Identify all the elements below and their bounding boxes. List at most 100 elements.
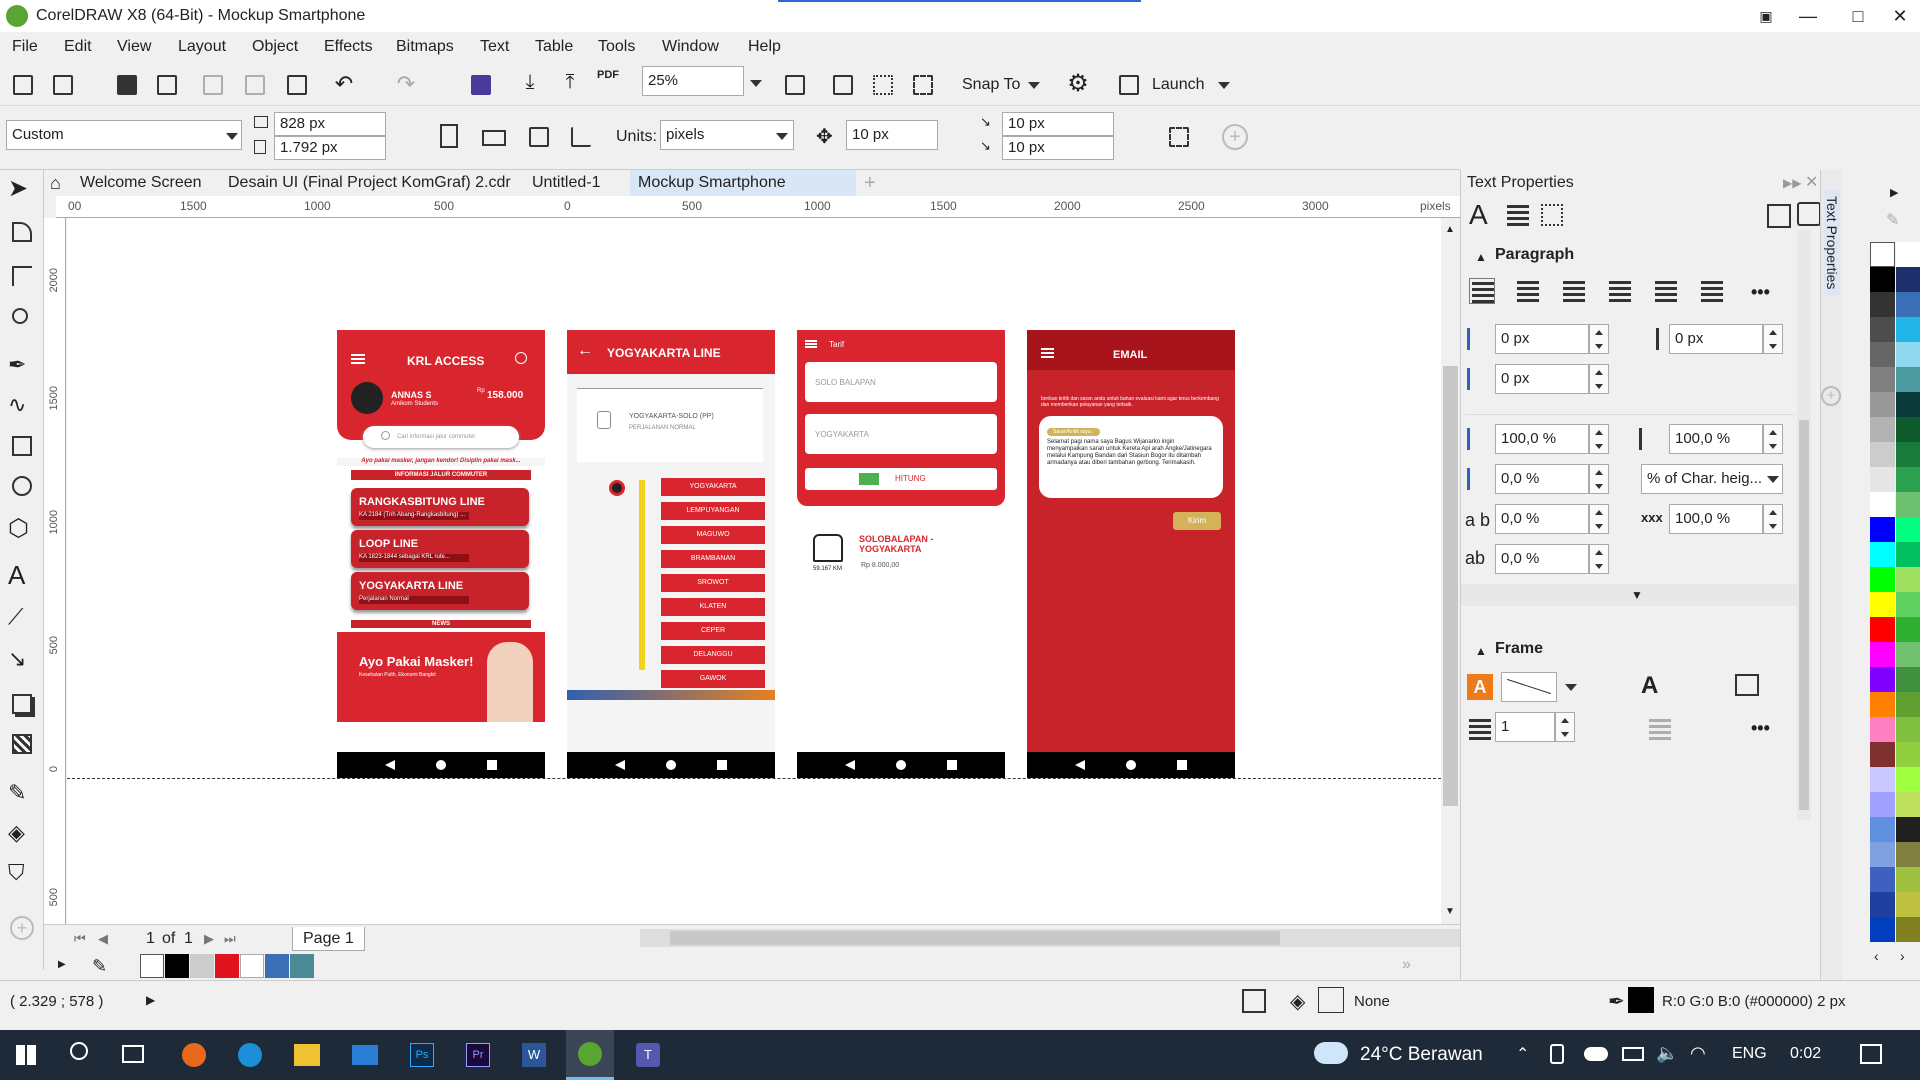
import-text-icon[interactable]	[1767, 204, 1791, 228]
color-swatch[interactable]	[1896, 417, 1920, 442]
zoom-tool-icon[interactable]	[8, 304, 36, 332]
weather-icon[interactable]	[1314, 1042, 1348, 1064]
duplicate-x-field[interactable]: 10 px	[1002, 112, 1114, 136]
eyedropper-icon[interactable]: ✎	[8, 780, 36, 808]
color-swatch[interactable]	[1896, 742, 1920, 767]
nav-recents-icon[interactable]	[717, 760, 727, 770]
launch-dropdown-icon[interactable]	[1218, 82, 1230, 89]
menu-bitmaps[interactable]: Bitmaps	[396, 38, 454, 56]
justify-icon[interactable]	[1653, 278, 1679, 304]
language-indicator[interactable]: ENG	[1732, 1045, 1767, 1063]
color-swatch[interactable]	[1870, 592, 1895, 617]
color-swatch[interactable]	[1870, 492, 1895, 517]
spinner[interactable]	[1589, 464, 1609, 494]
photoshop-icon[interactable]: Ps	[410, 1043, 434, 1067]
options-gear-icon[interactable]: ⚙	[1064, 70, 1092, 98]
color-swatch[interactable]	[1896, 342, 1920, 367]
color-swatch[interactable]	[1870, 692, 1895, 717]
frame-icon[interactable]	[1541, 204, 1563, 226]
menu-help[interactable]: Help	[748, 38, 781, 56]
home-icon[interactable]: ⌂	[50, 173, 61, 194]
menu-table[interactable]: Table	[535, 38, 573, 56]
coreldraw-taskbar-button[interactable]	[566, 1030, 614, 1080]
line-spacing-field[interactable]: 100,0 %	[1495, 424, 1589, 454]
docker-options-icon[interactable]	[1797, 202, 1821, 226]
menu-tools[interactable]: Tools	[598, 38, 635, 56]
phone-link-icon[interactable]	[1550, 1044, 1564, 1064]
hamburger-icon[interactable]	[1041, 348, 1054, 350]
paste-icon[interactable]	[282, 70, 310, 98]
task-view-icon[interactable]	[122, 1045, 144, 1063]
spinner[interactable]	[1763, 424, 1783, 454]
color-swatch[interactable]	[1896, 567, 1920, 592]
zoom-level-field[interactable]: 25%	[642, 66, 744, 96]
search-icon[interactable]	[70, 1042, 88, 1060]
nav-back-icon[interactable]	[845, 760, 855, 770]
color-swatch[interactable]	[1870, 442, 1895, 467]
force-justify-icon[interactable]	[1699, 278, 1725, 304]
tab-welcome-screen[interactable]: Welcome Screen	[80, 174, 202, 192]
color-swatch[interactable]	[1870, 867, 1895, 892]
first-page-icon[interactable]: ⏮	[74, 931, 86, 947]
edge-icon[interactable]	[238, 1043, 262, 1067]
no-color-swatch[interactable]	[140, 954, 164, 978]
menu-edit[interactable]: Edit	[64, 38, 92, 56]
tab-desain-ui[interactable]: Desain UI (Final Project KomGraf) 2.cdr	[228, 174, 511, 192]
add-icon[interactable]: +	[1222, 124, 1248, 150]
freehand-tool-icon[interactable]: ✒	[8, 352, 36, 380]
nav-home-icon[interactable]	[436, 760, 446, 770]
open-folder-icon[interactable]	[48, 70, 76, 98]
nav-recents-icon[interactable]	[487, 760, 497, 770]
color-swatch[interactable]	[1896, 642, 1920, 667]
menu-text[interactable]: Text	[480, 38, 509, 56]
color-swatch[interactable]	[1870, 917, 1895, 942]
snap-to-button[interactable]: Snap To	[962, 76, 1020, 94]
outline-swatch[interactable]	[1628, 987, 1654, 1013]
nav-home-icon[interactable]	[896, 760, 906, 770]
back-arrow-icon[interactable]: ←	[577, 342, 593, 360]
color-swatch[interactable]	[1896, 892, 1920, 917]
color-swatch[interactable]	[1870, 742, 1895, 767]
docker-close-icon[interactable]: ✕	[1805, 172, 1818, 192]
color-swatch[interactable]	[1896, 842, 1920, 867]
message-body[interactable]: Selamat pagi nama saya Bagus Wijanarko i…	[1047, 439, 1215, 467]
minimize-button[interactable]: —	[1788, 2, 1828, 30]
spinner[interactable]	[1763, 324, 1783, 354]
tab-untitled-1[interactable]: Untitled-1	[532, 174, 600, 192]
tab-mockup-smartphone[interactable]: Mockup Smartphone	[638, 174, 786, 192]
duplicate-y-field[interactable]: 10 px	[1002, 136, 1114, 160]
station-label[interactable]: YOGYAKARTA	[661, 478, 765, 496]
color-swatch[interactable]	[1896, 367, 1920, 392]
docker-expand-icon[interactable]: ▶▶	[1783, 176, 1801, 190]
color-swatch[interactable]	[1870, 392, 1895, 417]
color-swatch[interactable]	[1870, 467, 1895, 492]
send-button[interactable]: Kirim	[1173, 512, 1221, 530]
color-swatch[interactable]	[1896, 917, 1920, 942]
restore-help-icon[interactable]: ▣	[1746, 2, 1786, 30]
phone-krl-access[interactable]: KRL ACCESS ANNAS S Amikom Students Rp 15…	[337, 330, 545, 778]
battery-icon[interactable]	[1622, 1047, 1644, 1061]
color-swatch[interactable]	[1896, 592, 1920, 617]
nav-recents-icon[interactable]	[1177, 760, 1187, 770]
launch-button[interactable]: Launch	[1152, 76, 1205, 94]
character-spacing-field[interactable]: 100,0 %	[1669, 504, 1763, 534]
destination-select[interactable]: YOGYAKARTA	[805, 414, 997, 454]
units-dropdown-icon[interactable]	[776, 133, 788, 140]
color-swatch[interactable]	[1870, 667, 1895, 692]
spinner[interactable]	[1589, 424, 1609, 454]
hamburger-icon[interactable]	[351, 354, 365, 356]
ellipse-tool-icon[interactable]	[8, 472, 36, 500]
color-swatch[interactable]	[1896, 492, 1920, 517]
parallel-dimension-icon[interactable]: ⟋	[8, 604, 36, 632]
teams-icon[interactable]: T	[636, 1043, 660, 1067]
nav-back-icon[interactable]	[615, 760, 625, 770]
message-card[interactable]: Saran/Kritik saya : Selamat pagi nama sa…	[1039, 416, 1223, 498]
copy-icon[interactable]	[240, 70, 268, 98]
palette-swatch[interactable]	[265, 954, 289, 978]
station-label[interactable]: SROWOT	[661, 574, 765, 592]
page-size-preset[interactable]: Custom	[6, 120, 242, 150]
color-swatch[interactable]	[1896, 617, 1920, 642]
color-swatch[interactable]	[1870, 417, 1895, 442]
frame-more-options-icon[interactable]: •••	[1751, 718, 1770, 739]
first-line-indent-field[interactable]: 0 px	[1495, 364, 1589, 394]
